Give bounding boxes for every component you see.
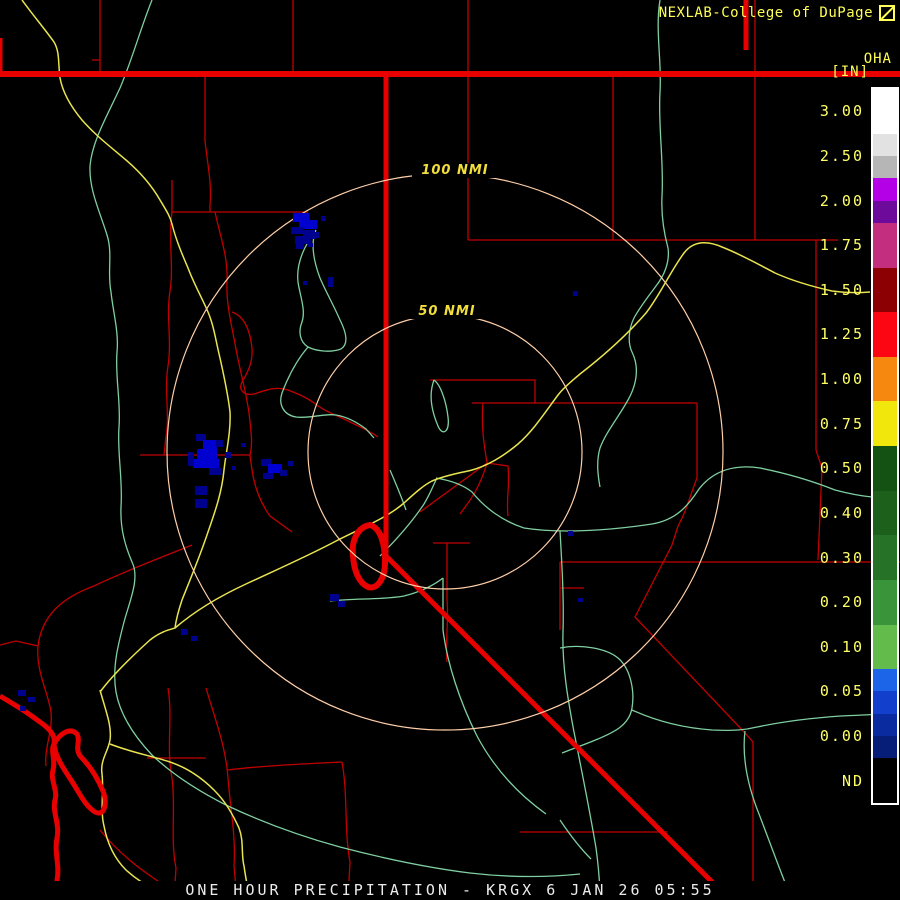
colorbar-segment-1.25 — [873, 312, 897, 357]
colorbar-segment-0.30 — [873, 535, 897, 580]
colorbar-segment-0.20 — [873, 579, 897, 625]
colorbar-segment-1.50 — [873, 267, 897, 313]
colorbar-segment-3.00 — [873, 89, 897, 134]
county-borders — [0, 0, 900, 900]
colorbar-segment-0.10 — [873, 624, 897, 670]
radar-viewer: 100 NMI 50 NMI NEXLAB-College of DuPage … — [0, 0, 900, 900]
brand-text: NEXLAB-College of DuPage — [658, 5, 873, 21]
colorbar-segment-0.75 — [873, 401, 897, 446]
rivers — [89, 0, 900, 900]
highways — [21, 0, 871, 900]
radar-map — [0, 0, 900, 900]
colorbar-segment-1.00 — [873, 356, 897, 402]
product-title: ONE HOUR PRECIPITATION - KRGX 6 JAN 26 0… — [0, 881, 900, 900]
ring-label-100nmi: 100 NMI — [412, 163, 498, 178]
colorbar-segment-0.05 — [873, 669, 897, 714]
colorbar-segment-0.00 — [873, 713, 897, 759]
state-borders — [0, 0, 900, 900]
header: NEXLAB-College of DuPage — [659, 5, 895, 21]
lake-tahoe-outline — [349, 521, 389, 591]
colorbar-segment-ND — [873, 758, 897, 803]
colorbar — [871, 87, 899, 805]
dupage-flag-icon — [879, 5, 895, 21]
ring-50nmi — [307, 314, 583, 590]
colorbar-segment-2.00 — [873, 178, 897, 223]
colorbar-segment-2.50 — [873, 133, 897, 179]
ca-nv-border-diagonal — [384, 554, 731, 900]
pacific-coastline — [0, 693, 61, 900]
colorbar-segment-1.75 — [873, 222, 897, 268]
colorbar-segment-0.40 — [873, 490, 897, 536]
product-units: [IN] — [831, 64, 869, 80]
ring-label-50nmi: 50 NMI — [408, 304, 486, 319]
colorbar-segment-0.50 — [873, 446, 897, 491]
sf-bay-outline — [51, 728, 108, 816]
